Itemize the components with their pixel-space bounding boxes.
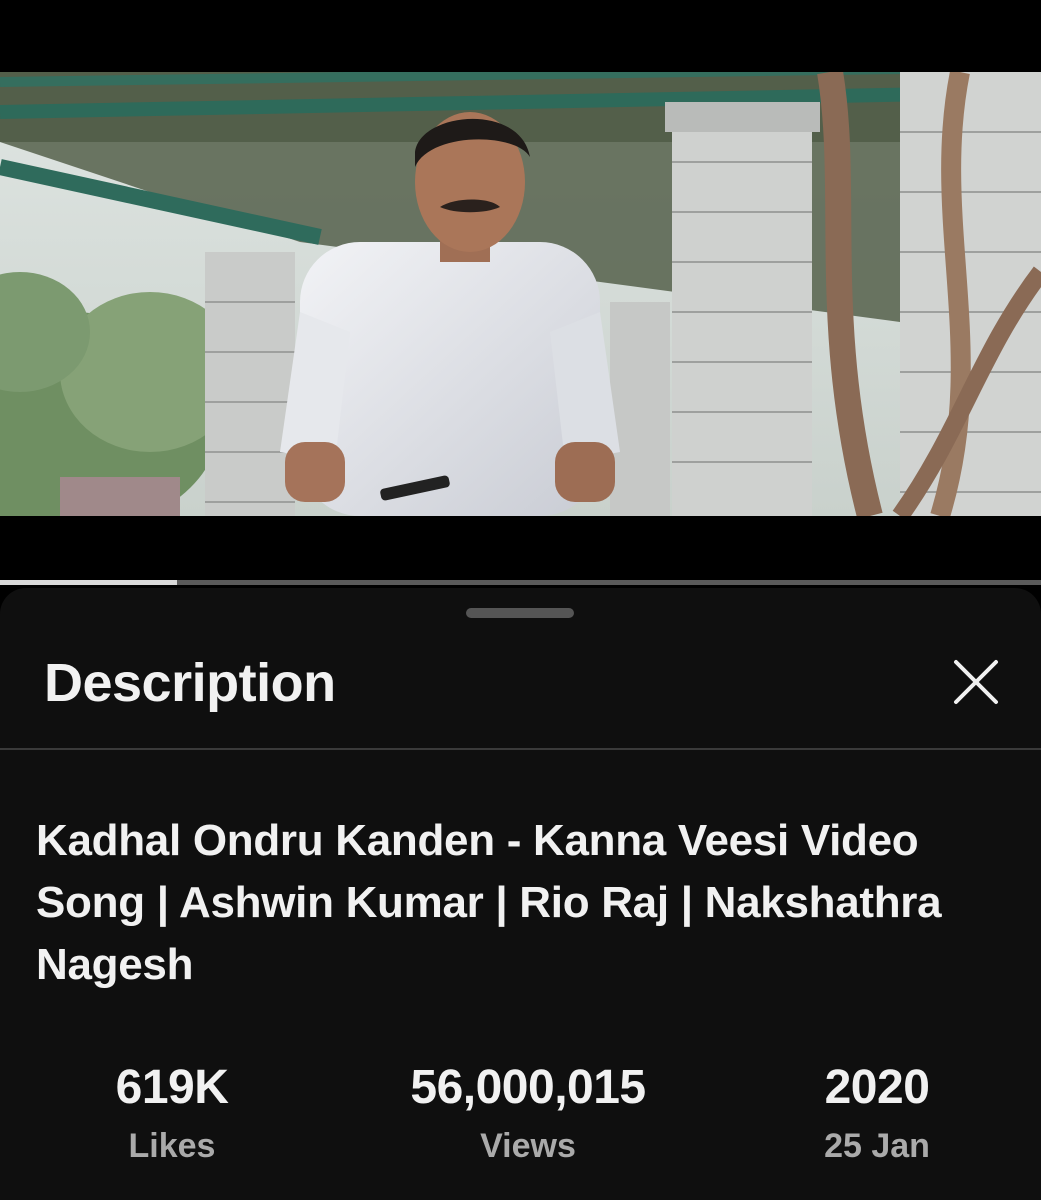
sheet-header: Description	[0, 628, 1041, 748]
views-count: 56,000,015	[410, 1061, 646, 1114]
screen: Description Kadhal Ondru Kanden - Kanna …	[0, 0, 1041, 1200]
date-stat: 2020 25 Jan	[824, 1058, 930, 1170]
header-divider	[0, 748, 1041, 750]
video-stats: 619K Likes 56,000,015 Views 2020 25 Jan	[0, 1058, 1041, 1178]
views-stat: 56,000,015 Views	[410, 1058, 646, 1170]
views-label: Views	[480, 1127, 576, 1165]
video-player[interactable]	[0, 0, 1041, 580]
likes-count: 619K	[115, 1061, 229, 1114]
video-progress-fill	[0, 580, 177, 585]
publish-date: 25 Jan	[824, 1127, 930, 1165]
publish-year: 2020	[824, 1061, 930, 1114]
description-sheet: Description Kadhal Ondru Kanden - Kanna …	[0, 588, 1041, 1200]
sheet-title: Description	[44, 653, 336, 713]
close-button[interactable]	[944, 650, 1008, 714]
video-title: Kadhal Ondru Kanden - Kanna Veesi Video …	[36, 816, 942, 989]
video-thumbnail-image	[0, 72, 1041, 516]
close-icon	[954, 660, 998, 704]
likes-label: Likes	[128, 1127, 216, 1165]
likes-stat: 619K Likes	[116, 1058, 229, 1170]
video-frame[interactable]	[0, 72, 1041, 516]
video-progress-bar[interactable]	[0, 580, 1041, 585]
sheet-drag-handle[interactable]	[466, 608, 574, 618]
